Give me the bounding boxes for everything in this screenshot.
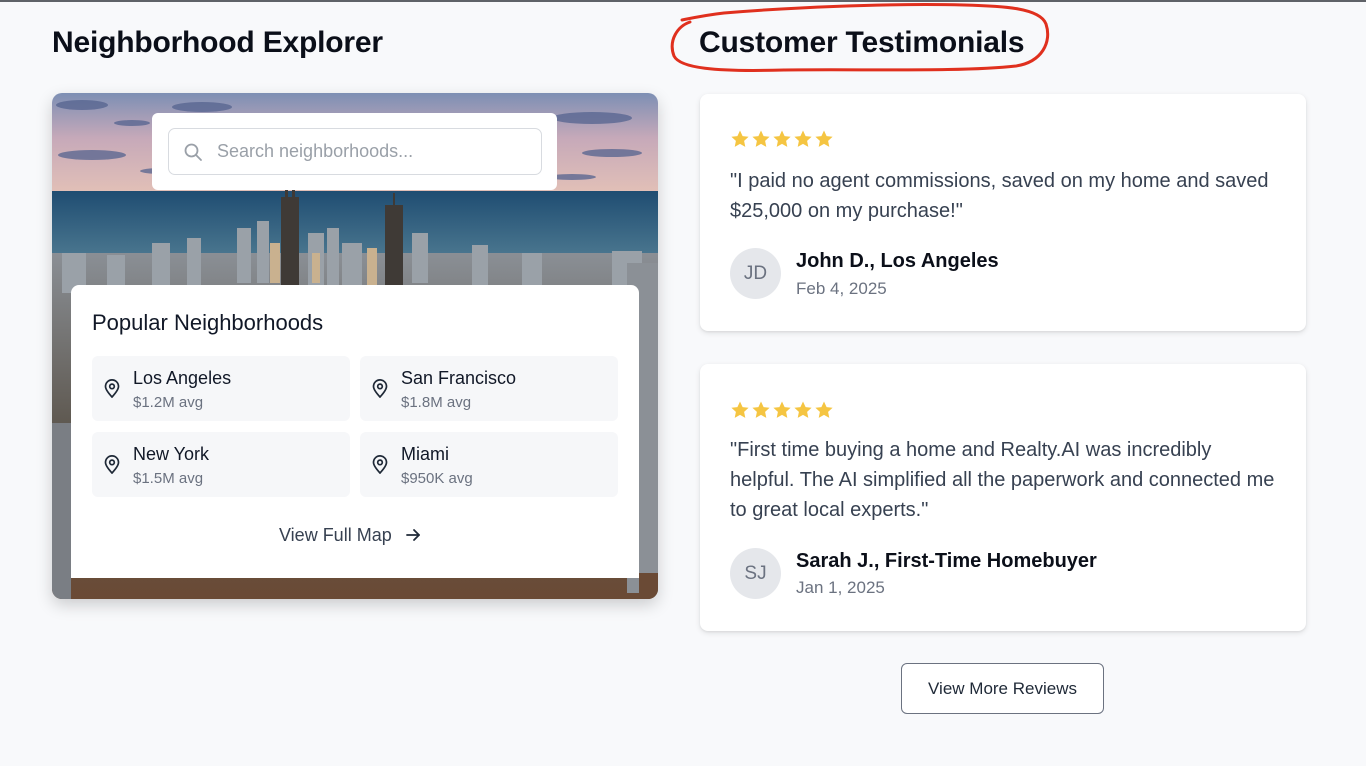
review-date: Feb 4, 2025	[796, 279, 887, 298]
neighborhood-tile-new-york[interactable]: New York $1.5M avg	[92, 432, 350, 497]
testimonials-title: Customer Testimonials	[699, 26, 1025, 59]
star-icon	[815, 130, 833, 147]
star-icon	[752, 130, 770, 147]
star-icon	[731, 130, 749, 147]
neighborhood-price: $1.2M avg	[133, 394, 204, 411]
neighborhood-price: $1.5M avg	[133, 470, 204, 487]
search-box[interactable]	[168, 128, 542, 175]
map-pin-icon	[372, 455, 388, 474]
top-divider	[0, 0, 1366, 2]
testimonial-card: "I paid no agent commissions, saved on m…	[700, 94, 1306, 331]
star-icon	[773, 401, 791, 418]
search-panel	[152, 113, 557, 190]
view-full-map-label: View Full Map	[279, 524, 392, 545]
neighborhood-explorer-card: Popular Neighborhoods Los Angeles $1.2M …	[52, 93, 658, 599]
testimonial-quote: "First time buying a home and Realty.AI …	[730, 439, 1275, 521]
neighborhood-name: San Francisco	[401, 368, 517, 388]
neighborhood-tile-miami[interactable]: Miami $950K avg	[360, 432, 618, 497]
arrow-right-icon	[405, 529, 420, 541]
view-full-map-link[interactable]: View Full Map	[279, 523, 422, 547]
star-rating	[730, 129, 834, 149]
avatar: JD	[730, 248, 781, 299]
popular-neighborhoods-panel: Popular Neighborhoods Los Angeles $1.2M …	[71, 285, 639, 578]
star-icon	[794, 401, 812, 418]
neighborhood-name: New York	[133, 444, 210, 464]
avatar: SJ	[730, 548, 781, 599]
search-icon	[184, 143, 202, 161]
neighborhood-price: $1.8M avg	[401, 394, 472, 411]
neighborhood-name: Los Angeles	[133, 368, 232, 388]
neighborhood-tile-san-francisco[interactable]: San Francisco $1.8M avg	[360, 356, 618, 421]
star-icon	[731, 401, 749, 418]
neighborhood-tile-los-angeles[interactable]: Los Angeles $1.2M avg	[92, 356, 350, 421]
map-pin-icon	[104, 455, 120, 474]
review-date: Jan 1, 2025	[796, 578, 885, 597]
star-rating	[730, 400, 834, 420]
search-input[interactable]	[217, 129, 527, 174]
popular-neighborhoods-title: Popular Neighborhoods	[92, 310, 324, 335]
star-icon	[815, 401, 833, 418]
reviewer-name: John D., Los Angeles	[796, 250, 999, 272]
map-pin-icon	[104, 379, 120, 398]
map-pin-icon	[372, 379, 388, 398]
star-icon	[773, 130, 791, 147]
testimonial-card: "First time buying a home and Realty.AI …	[700, 364, 1306, 631]
neighborhood-name: Miami	[401, 444, 449, 464]
reviewer-name: Sarah J., First-Time Homebuyer	[796, 550, 1097, 572]
neighborhood-price: $950K avg	[401, 470, 473, 487]
star-icon	[794, 130, 812, 147]
view-more-reviews-button[interactable]: View More Reviews	[901, 663, 1104, 714]
explorer-title: Neighborhood Explorer	[52, 26, 383, 59]
star-icon	[752, 401, 770, 418]
testimonial-quote: "I paid no agent commissions, saved on m…	[730, 170, 1269, 222]
